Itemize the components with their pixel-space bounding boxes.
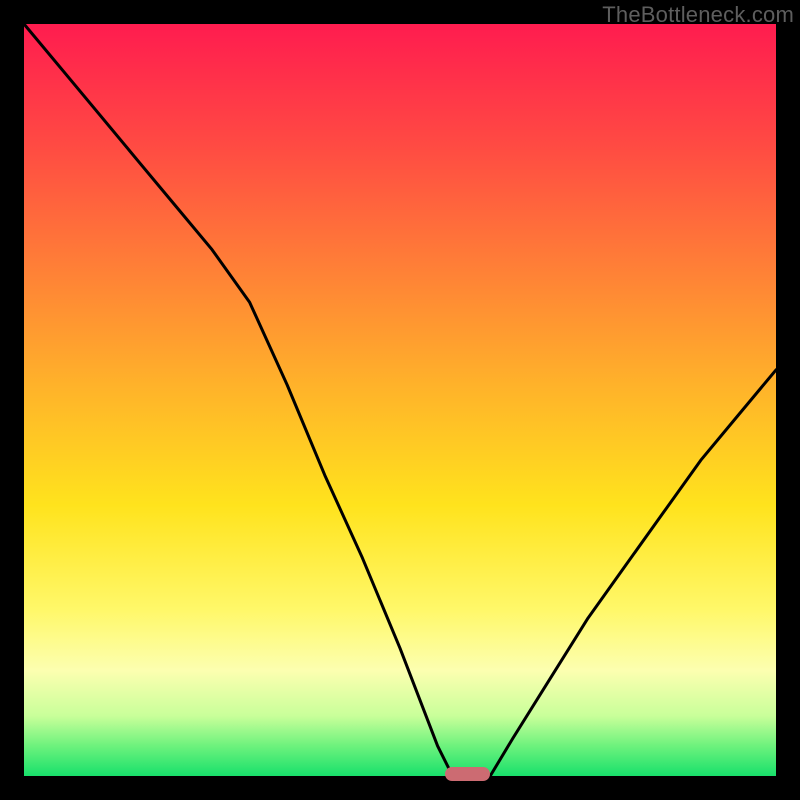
chart-frame: TheBottleneck.com [0, 0, 800, 800]
bottleneck-curve [24, 24, 776, 776]
plot-area [24, 24, 776, 776]
optimal-range-marker [445, 767, 490, 781]
